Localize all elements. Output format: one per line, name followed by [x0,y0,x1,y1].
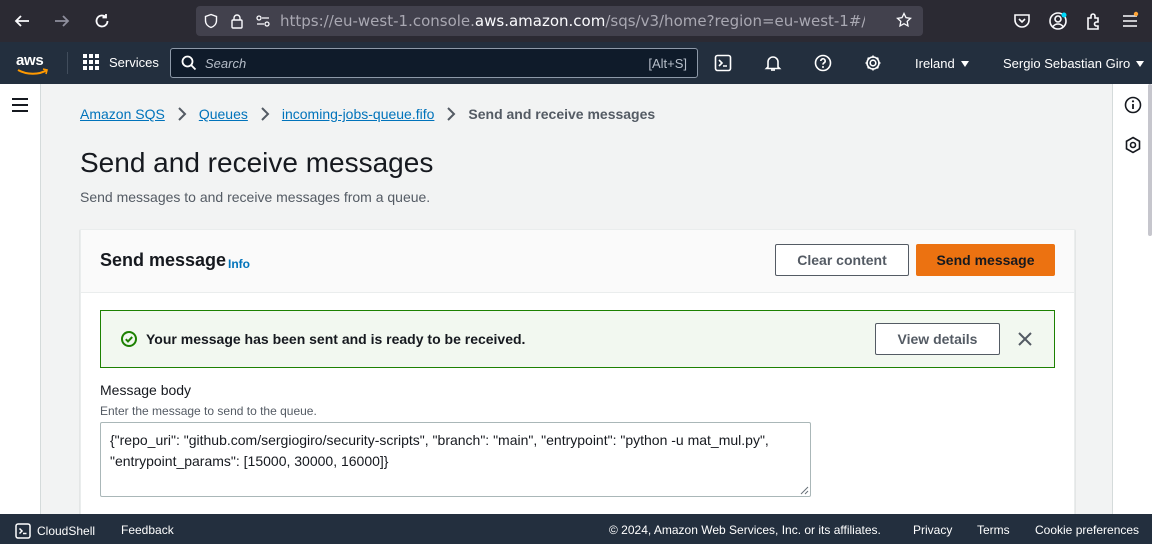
cookie-preferences-link[interactable]: Cookie preferences [1035,523,1139,537]
alert-message: Your message has been sent and is ready … [146,331,526,347]
services-label: Services [109,54,159,70]
pocket-icon[interactable] [1012,11,1032,36]
account-menu[interactable]: Sergio Sebastian Giro [1003,56,1145,71]
chevron-right-icon [446,107,456,121]
reload-icon [95,14,109,28]
cloudshell-label: CloudShell [37,524,96,538]
header-divider [67,52,68,74]
success-check-icon [121,331,137,347]
bell-icon[interactable] [763,53,783,73]
forward-button[interactable] [44,3,80,39]
panel-title: Send message [100,250,227,270]
permissions-icon[interactable] [250,13,276,29]
apps-grid-icon [83,54,99,70]
feedback-link[interactable]: Feedback [121,523,174,537]
forward-arrow-icon [55,15,70,27]
settings-gear-icon[interactable] [863,53,883,73]
resize-handle-icon[interactable] [800,486,809,495]
chevron-down-icon [1136,60,1145,67]
menu-icon[interactable] [1120,11,1140,36]
back-button[interactable] [4,3,40,39]
page-scrollbar[interactable] [1148,84,1152,236]
bookmark-star-icon[interactable] [891,12,917,28]
back-arrow-icon [14,15,29,27]
breadcrumb-link-queue[interactable]: incoming-jobs-queue.fifo [282,106,435,122]
message-body-description: Enter the message to send to the queue. [100,404,317,418]
copyright-text: © 2024, Amazon Web Services, Inc. or its… [609,523,881,537]
console-footer: CloudShell Feedback © 2024, Amazon Web S… [0,514,1152,544]
tutorials-icon[interactable] [1124,136,1142,154]
view-details-button[interactable]: View details [875,323,1000,355]
extensions-icon[interactable] [1084,11,1104,36]
aws-logo[interactable]: aws [16,52,52,76]
info-link[interactable]: Info [228,257,250,271]
search-placeholder: Search [205,55,247,71]
chevron-right-icon [260,107,270,121]
reload-button[interactable] [84,3,120,39]
cloudshell-icon [15,523,31,539]
page-title: Send and receive messages [80,147,434,178]
user-label: Sergio Sebastian Giro [1003,56,1131,71]
lock-icon[interactable] [224,13,250,29]
shield-icon[interactable] [198,13,224,29]
hamburger-menu-icon[interactable] [12,98,28,116]
account-icon[interactable] [1048,11,1068,36]
chevron-right-icon [177,107,187,121]
chevron-down-icon [960,60,969,67]
services-menu[interactable]: Services [83,54,159,70]
breadcrumb-link-queues[interactable]: Queues [199,106,248,122]
search-icon [181,55,197,71]
send-message-button[interactable]: Send message [916,244,1055,276]
message-body-label: Message body [100,382,192,398]
page-description: Send messages to and receive messages fr… [80,189,431,205]
info-icon[interactable] [1124,96,1142,114]
region-label: Ireland [915,56,955,71]
help-icon[interactable] [813,53,833,73]
search-shortcut: [Alt+S] [648,55,687,71]
aws-smile-icon [17,68,48,75]
success-flashbar: Your message has been sent and is ready … [100,310,1055,368]
url-text[interactable]: https://eu-west-1.console.aws.amazon.com… [280,12,865,30]
search-input[interactable]: Search [Alt+S] [170,48,698,78]
cloudshell-icon[interactable] [713,53,733,73]
address-bar[interactable]: https://eu-west-1.console.aws.amazon.com… [196,6,923,36]
cloudshell-link[interactable]: CloudShell [15,523,95,539]
message-body-textarea[interactable]: {"repo_uri": "github.com/sergiogiro/secu… [100,422,811,497]
clear-content-button[interactable]: Clear content [775,244,909,276]
terms-link[interactable]: Terms [977,523,1010,537]
message-body-value: {"repo_uri": "github.com/sergiogiro/secu… [110,432,769,469]
privacy-link[interactable]: Privacy [913,523,952,537]
send-message-panel: Send message Info Clear content Send mes… [80,229,1075,529]
breadcrumb-link-amazon-sqs[interactable]: Amazon SQS [80,106,165,122]
panel-header: Send message Info Clear content Send mes… [81,230,1074,293]
breadcrumb: Amazon SQS Queues incoming-jobs-queue.fi… [80,106,655,122]
tools-panel-rail [1112,84,1152,514]
side-navigation-rail [0,84,41,514]
region-selector[interactable]: Ireland [915,56,969,71]
aws-logo-text: aws [16,52,44,69]
close-icon[interactable] [1016,330,1034,348]
breadcrumb-current: Send and receive messages [468,106,656,122]
